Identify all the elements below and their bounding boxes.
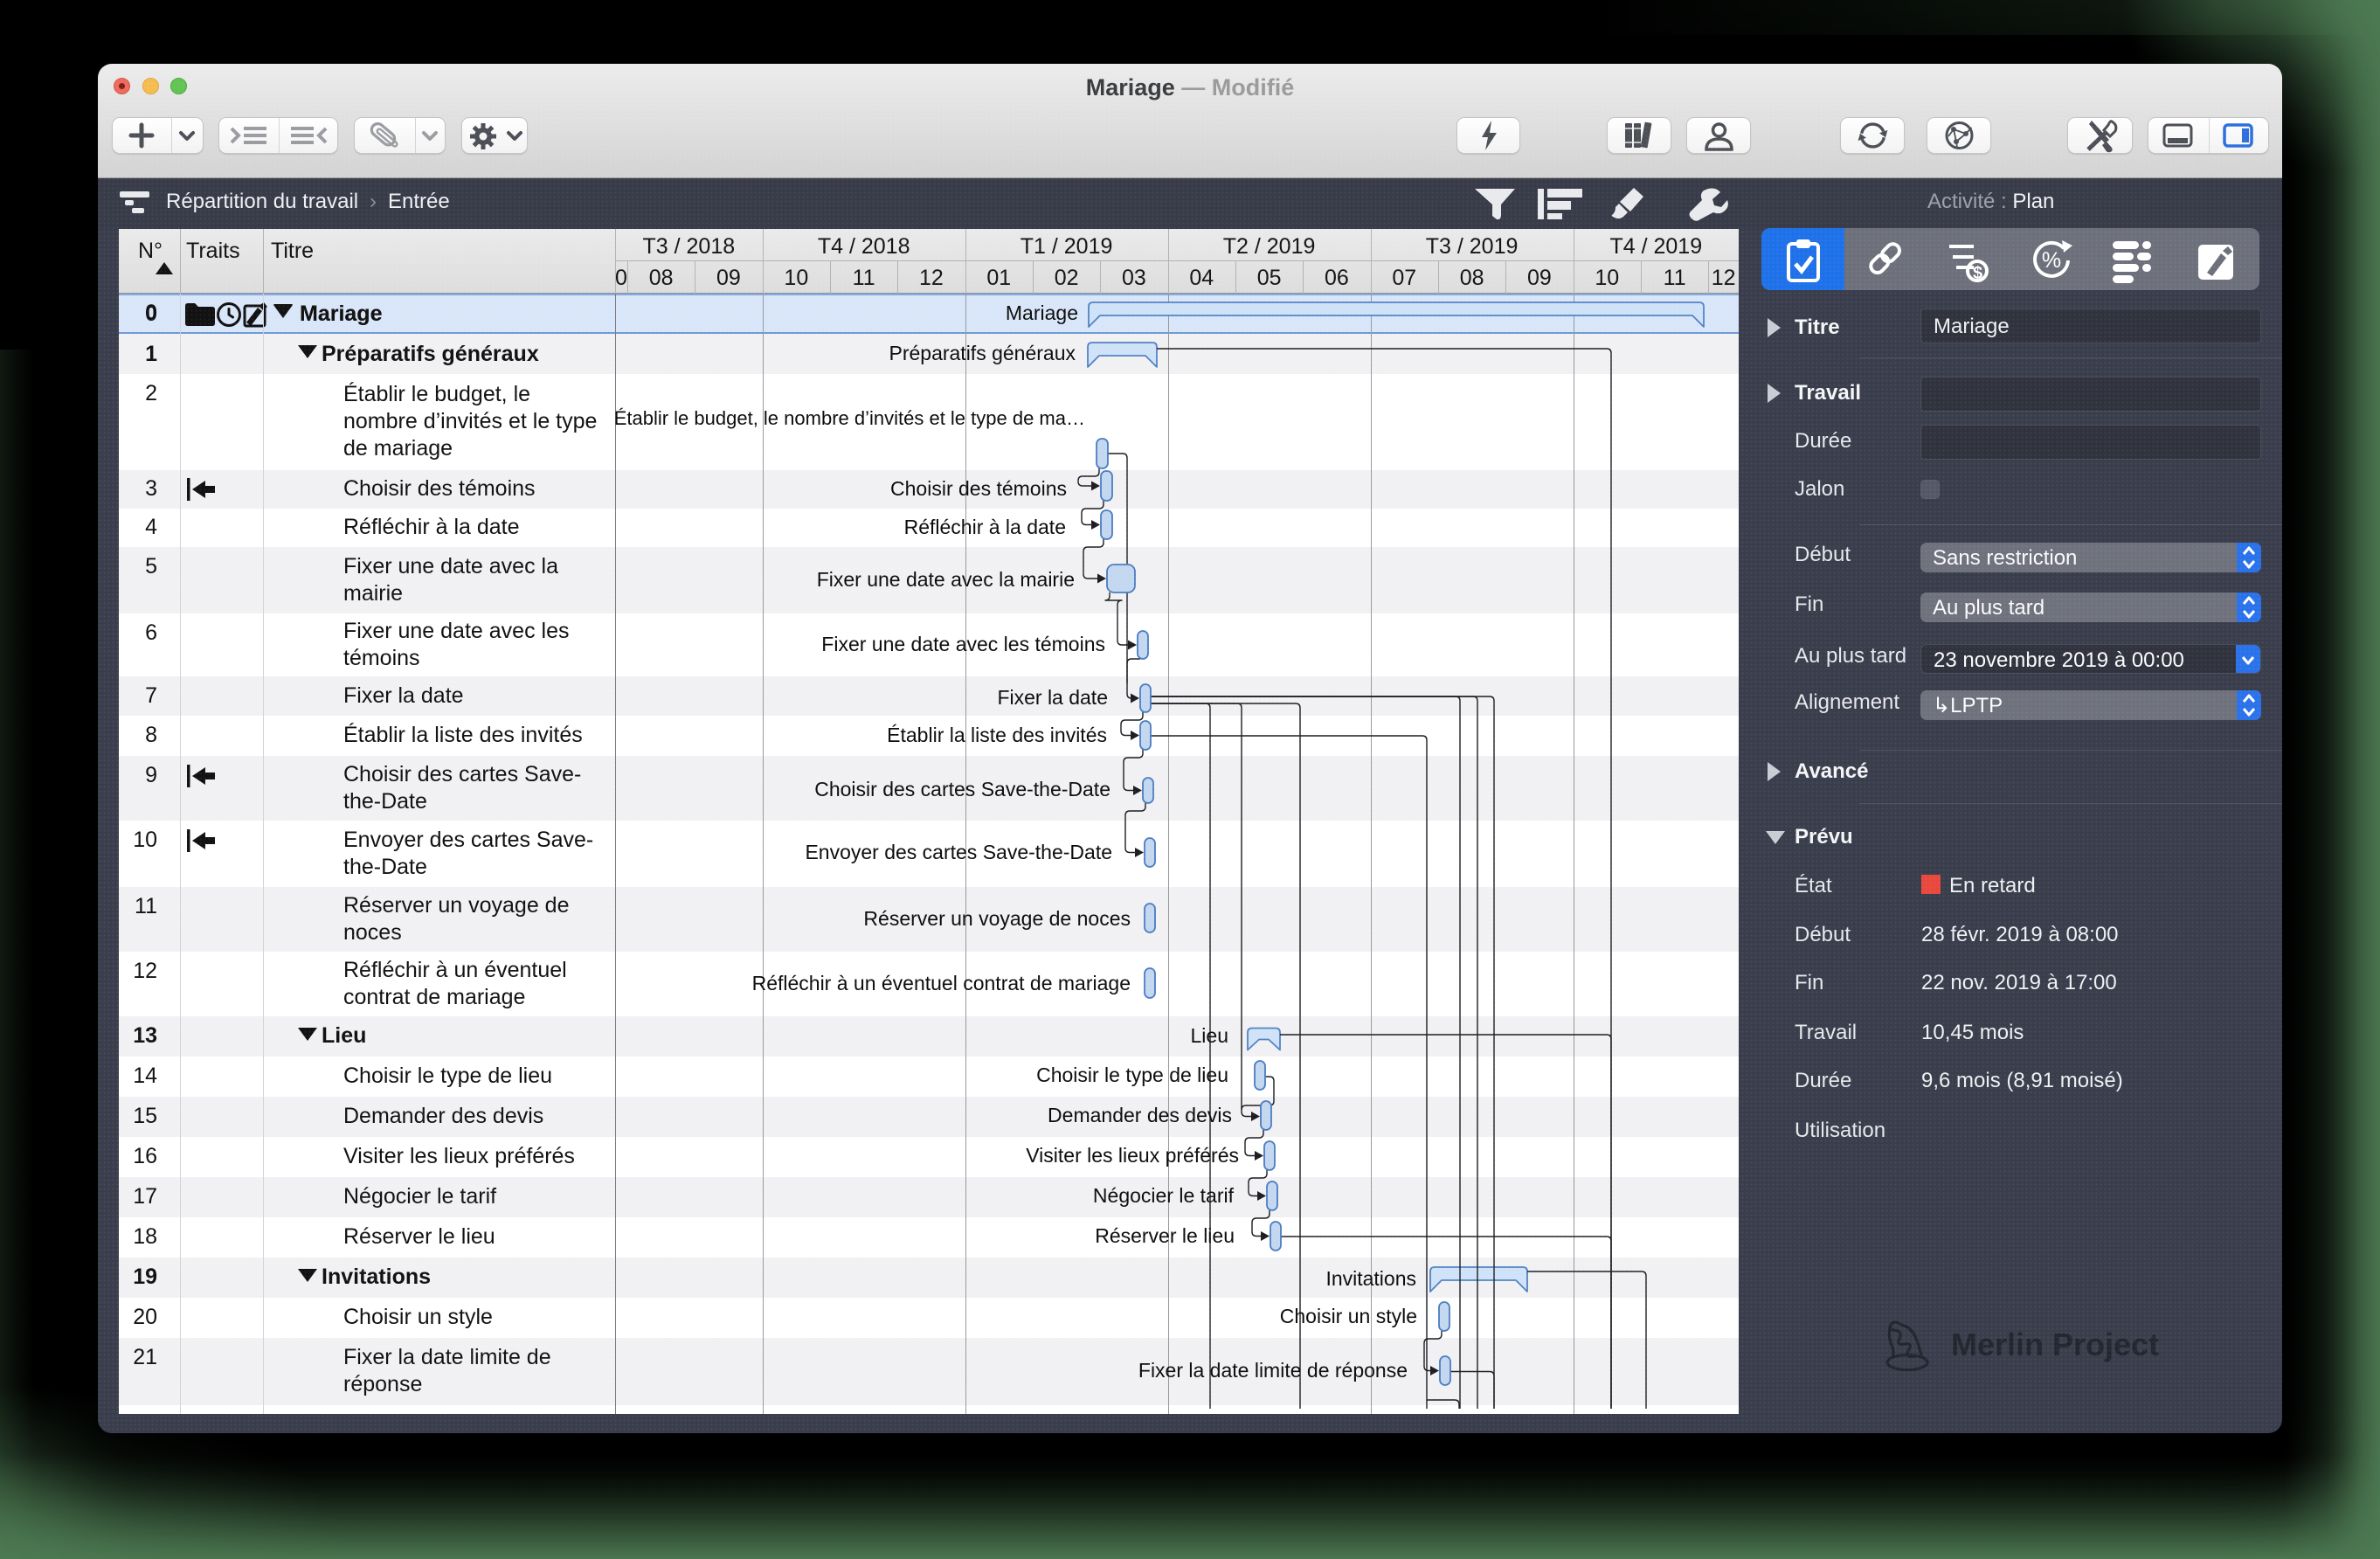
svg-text:$: $: [1973, 264, 1982, 283]
svg-text:%: %: [2042, 248, 2061, 273]
